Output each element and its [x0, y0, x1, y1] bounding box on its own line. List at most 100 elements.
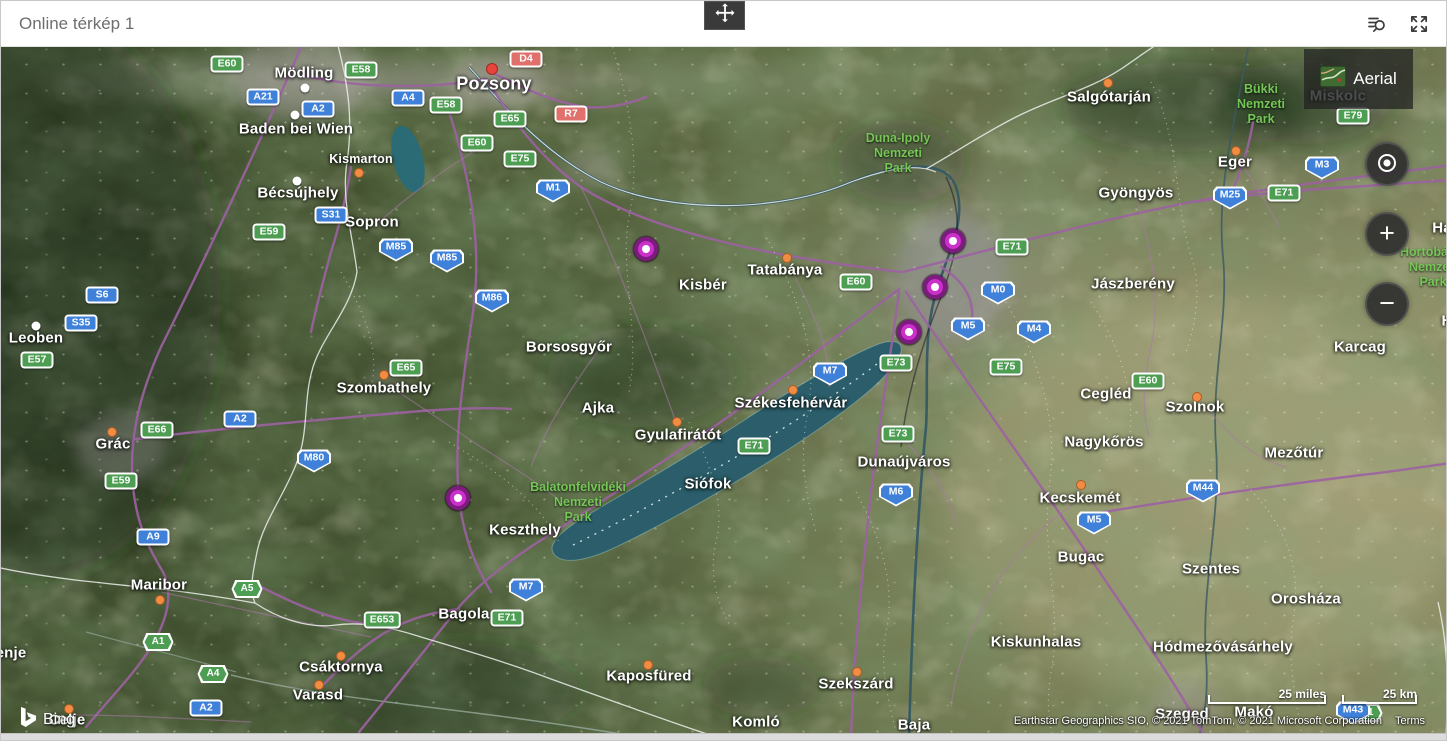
bing-logo[interactable]: Bing: [19, 706, 75, 733]
road-shield: E65: [493, 110, 527, 128]
map-thumbnail-icon: [1320, 66, 1347, 92]
city-dot: [336, 651, 346, 661]
city-label: Gyulafirátót: [634, 426, 722, 444]
road-shield: E75: [989, 358, 1023, 376]
city-label: Jászberény: [1091, 275, 1175, 293]
road-shield: A2: [223, 410, 257, 428]
city-dot: [852, 667, 862, 677]
road-shield: E66: [140, 421, 174, 439]
city-dot: [1103, 78, 1113, 88]
city-dot: [672, 417, 682, 427]
road-shield: E65: [389, 359, 423, 377]
road-shield: E57: [20, 351, 54, 369]
road-shield-label: M1: [538, 181, 568, 201]
city-label: Dunaújváros: [857, 453, 951, 471]
park-label: Balatonfelvidéki Nemzeti Park: [530, 479, 626, 524]
terms-link[interactable]: Terms: [1395, 715, 1425, 727]
road-shield: A9: [136, 528, 170, 546]
city-label: Mezőtúr: [1264, 444, 1324, 462]
zoom-in-button[interactable]: +: [1365, 212, 1409, 256]
city-label: Borsosgyőr: [525, 338, 613, 356]
road-shield: E59: [104, 472, 138, 490]
road-shield: M5: [951, 317, 985, 341]
map-pin-marker[interactable]: [923, 275, 947, 299]
city-label: Ajka: [581, 399, 615, 417]
road-shield-label: M85: [432, 251, 462, 271]
city-label: Eger: [1217, 153, 1253, 171]
road-shield: M6: [879, 483, 913, 507]
road-shield: M1: [536, 179, 570, 203]
focus-mode-icon[interactable]: [1406, 11, 1432, 37]
road-shield: E60: [1131, 372, 1165, 390]
road-shield: D4: [509, 50, 543, 68]
city-label: Nagykőrös: [1064, 433, 1144, 451]
road-shield: A2: [189, 699, 223, 717]
city-dot: [788, 385, 798, 395]
city-label: Sopron: [345, 213, 399, 231]
city-label: Grác: [95, 435, 131, 453]
widget-bottom-edge: [1, 733, 1446, 740]
park-label: Duna-Ipoly Nemzeti Park: [865, 130, 931, 175]
locate-me-button[interactable]: [1365, 142, 1409, 186]
road-shield: M25: [1213, 186, 1247, 210]
city-label: Siófok: [684, 475, 732, 493]
road-shield: E71: [995, 238, 1029, 256]
road-shield: E75: [503, 150, 537, 168]
road-shield-label: M6: [881, 485, 911, 505]
road-shield-label: M4: [1019, 322, 1049, 342]
titlebar-icons: [1364, 11, 1432, 37]
city-label: Székesfehérvár: [734, 394, 848, 412]
road-shield: M44: [1186, 479, 1220, 503]
road-shield: M4: [1017, 320, 1051, 344]
map-attribution: Earthstar Geographics SIO, © 2021 TomTom…: [1014, 715, 1425, 727]
road-shield: A21: [246, 88, 280, 106]
city-dot: [292, 176, 302, 186]
city-label: Csáktornya: [299, 658, 383, 676]
map-style-button[interactable]: Aerial: [1304, 49, 1413, 109]
city-dot: [300, 83, 310, 93]
park-label: Bükki Nemzeti Park: [1237, 81, 1285, 126]
map-canvas[interactable]: Mödling Baden bei Wien Bécsújhely Pozsony Ki…: [1, 47, 1447, 735]
scale-km-bar: [1342, 695, 1417, 704]
city-label: Kecskemét: [1039, 489, 1121, 507]
city-label: Hódmezővásárhely: [1153, 638, 1293, 656]
map-widget: Online térkép 1 Mödling Baden bei Wien B…: [0, 0, 1447, 741]
city-label: Salgótarján: [1067, 88, 1151, 106]
road-shield: M7: [509, 578, 543, 602]
map-pin-marker[interactable]: [897, 320, 921, 344]
road-shield-label: M7: [815, 364, 845, 384]
road-shield-label: M0: [983, 283, 1013, 303]
road-shield-label: M85: [381, 240, 411, 260]
road-shield: A5: [231, 580, 263, 598]
city-label: Kisbér: [679, 276, 727, 294]
road-shield-label: M5: [1079, 513, 1109, 533]
road-shield-label: A1: [144, 635, 172, 649]
city-label: Cegléd: [1080, 385, 1132, 403]
city-label: Mödling: [274, 64, 334, 82]
road-shield: E59: [252, 223, 286, 241]
widget-title: Online térkép 1: [19, 13, 135, 33]
city-label: Gyöngyös: [1098, 184, 1174, 202]
city-label: Bugac: [1057, 548, 1105, 566]
map-pin-marker[interactable]: [634, 237, 658, 261]
locate-icon: [1375, 151, 1399, 178]
road-shield: A2: [301, 100, 335, 118]
city-label: Leoben: [8, 329, 64, 347]
map-pin-marker[interactable]: [941, 229, 965, 253]
road-shield: E79: [1336, 107, 1370, 125]
city-dot: [379, 370, 389, 380]
city-label: Kismarton: [329, 152, 393, 166]
drag-handle[interactable]: [704, 1, 745, 30]
road-shield: E71: [737, 437, 771, 455]
zoom-out-button[interactable]: −: [1365, 282, 1409, 326]
road-shield: E653: [363, 611, 401, 629]
road-shield: M80: [297, 449, 331, 473]
park-label: Hortobágyi Nemzeti Park: [1400, 244, 1447, 289]
map-pin-marker[interactable]: [446, 486, 470, 510]
city-label: Komló: [732, 713, 780, 731]
city-label: Baden bei Wien: [238, 120, 354, 138]
search-data-icon[interactable]: [1364, 11, 1390, 37]
city-label: Karcag: [1333, 338, 1387, 356]
road-shield: M85: [379, 238, 413, 262]
attribution-credits: Earthstar Geographics SIO, © 2021 TomTom…: [1013, 715, 1383, 727]
